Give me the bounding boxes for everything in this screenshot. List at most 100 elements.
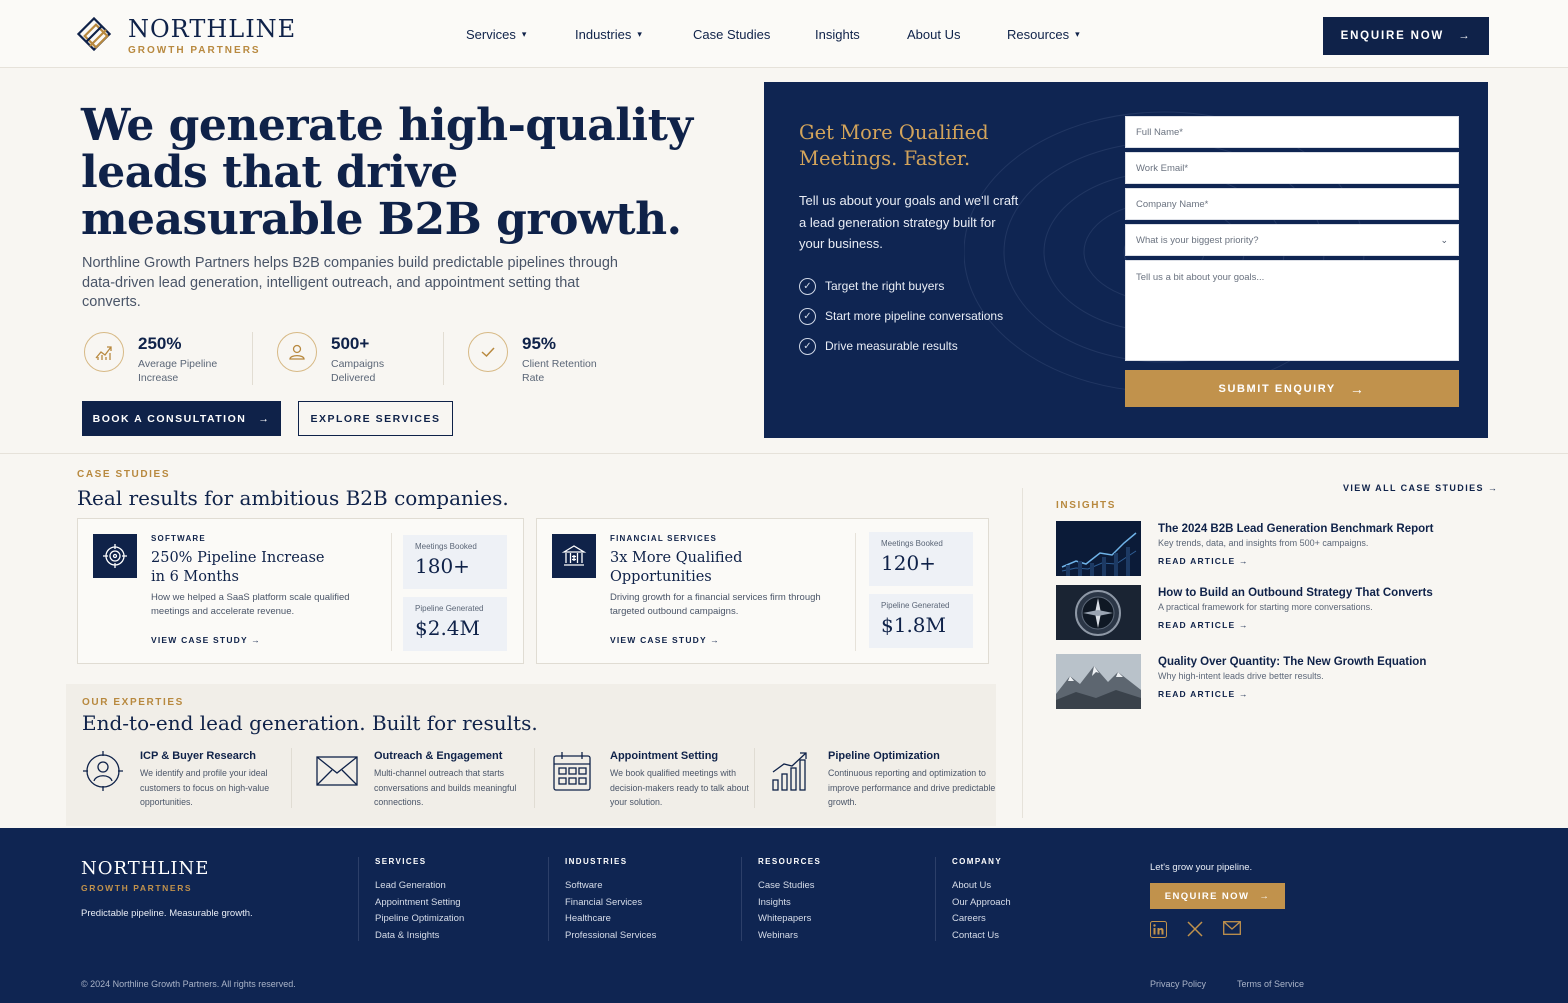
hero-description: Northline Growth Partners helps B2B comp…	[82, 255, 618, 310]
brand-logo[interactable]: NORTHLINE GROWTH PARTNERS	[74, 14, 296, 58]
copyright-text: © 2024 Northline Growth Partners. All ri…	[81, 979, 296, 989]
form-text: Tell us about your goals and we'll craft…	[799, 193, 1019, 251]
expertise-item: Appointment Setting We book qualified me…	[552, 750, 752, 810]
footer-column-heading: RESOURCES	[758, 857, 822, 866]
footer-link[interactable]: Professional Services	[565, 928, 656, 945]
nav-industries[interactable]: Industries ▾	[575, 27, 693, 42]
footer-link[interactable]: Insights	[758, 895, 821, 912]
link-label: READ ARTICLE	[1158, 556, 1236, 566]
footer-column-resources: RESOURCES Case Studies Insights Whitepap…	[741, 857, 821, 941]
footer-link[interactable]: Appointment Setting	[375, 895, 464, 912]
article-summary: A practical framework for starting more …	[1158, 602, 1373, 612]
read-article-link[interactable]: READ ARTICLE →	[1158, 556, 1433, 566]
footer-link[interactable]: Whitepapers	[758, 911, 821, 928]
footer-link[interactable]: About Us	[952, 878, 1011, 895]
button-label: ENQUIRE NOW	[1164, 890, 1250, 902]
metric-value: 120+	[881, 551, 936, 575]
footer-link[interactable]: Software	[565, 878, 656, 895]
footer-column-heading: INDUSTRIES	[565, 857, 628, 866]
site-footer: NORTHLINE GROWTH PARTNERS Predictable pi…	[0, 828, 1568, 1003]
check-circle-icon: ✓	[799, 277, 816, 295]
expertise-item: ICP & Buyer Research We identify and pro…	[82, 750, 282, 810]
company-field[interactable]: Company Name*	[1125, 188, 1459, 220]
full-name-field[interactable]: Full Name*	[1125, 116, 1459, 148]
arrow-right-icon: →	[1349, 380, 1366, 397]
terms-of-service-link[interactable]: Terms of Service	[1237, 979, 1304, 989]
button-label: SUBMIT ENQUIRY	[1218, 382, 1336, 395]
case-title: 250% Pipeline Increase in 6 Months	[151, 550, 325, 585]
footer-logo[interactable]: NORTHLINE GROWTH PARTNERS	[81, 858, 209, 893]
priority-select[interactable]: What is your biggest priority? ⌄	[1125, 224, 1459, 256]
case-study-card[interactable]: SOFTWARE 250% Pipeline Increase in 6 Mon…	[77, 518, 524, 664]
growth-bars-icon	[770, 750, 814, 810]
expertise-eyebrow: OUR EXPERTIES	[82, 697, 184, 708]
view-case-study-link[interactable]: VIEW CASE STUDY →	[151, 635, 261, 645]
footer-link[interactable]: Our Approach	[952, 895, 1011, 912]
check-icon	[468, 332, 508, 372]
article-title: The 2024 B2B Lead Generation Benchmark R…	[1158, 523, 1434, 535]
check-circle-icon: ✓	[799, 307, 816, 325]
expertise-divider	[534, 748, 535, 808]
nav-case-studies[interactable]: Case Studies	[693, 27, 815, 42]
stat-label: Client Retention Rate	[522, 358, 597, 384]
nav-services[interactable]: Services ▾	[466, 27, 575, 42]
metric-pipeline: Pipeline Generated $2.4M	[403, 597, 507, 651]
read-article-link[interactable]: READ ARTICLE →	[1158, 689, 1426, 699]
button-label: BOOK A CONSULTATION	[92, 412, 247, 425]
check-circle-icon: ✓	[799, 337, 816, 355]
enquiry-panel: Get More Qualified Meetings. Faster. Tel…	[764, 82, 1488, 438]
nav-resources[interactable]: Resources ▾	[1007, 27, 1107, 42]
growth-chart-icon	[84, 332, 124, 372]
footer-enquire-button[interactable]: ENQUIRE NOW →	[1150, 883, 1285, 909]
insights-eyebrow: INSIGHTS	[1056, 500, 1117, 511]
insight-article[interactable]: The 2024 B2B Lead Generation Benchmark R…	[1056, 521, 1433, 576]
footer-link[interactable]: Healthcare	[565, 911, 656, 928]
expertise-title-item: Pipeline Optimization	[828, 750, 940, 762]
mountain-thumbnail	[1056, 654, 1141, 709]
case-description: How we helped a SaaS platform scale qual…	[151, 592, 350, 617]
view-all-case-studies-link[interactable]: VIEW ALL CASE STUDIES →	[1343, 483, 1498, 493]
book-consultation-button[interactable]: BOOK A CONSULTATION →	[82, 401, 281, 436]
nav-about-us[interactable]: About Us	[907, 27, 1007, 42]
mail-icon[interactable]	[1223, 921, 1241, 935]
goals-textarea[interactable]: Tell us a bit about your goals...	[1125, 260, 1459, 361]
submit-enquiry-button[interactable]: SUBMIT ENQUIRY →	[1125, 370, 1459, 407]
benefit-list: ✓ Target the right buyers ✓ Start more pip…	[799, 271, 1003, 361]
explore-services-button[interactable]: EXPLORE SERVICES	[298, 401, 453, 436]
benefit-item: ✓ Start more pipeline conversations	[799, 301, 1003, 331]
button-label: EXPLORE SERVICES	[310, 412, 441, 425]
footer-link[interactable]: Webinars	[758, 928, 821, 945]
section-divider	[0, 453, 1568, 454]
insight-article[interactable]: How to Build an Outbound Strategy That C…	[1056, 585, 1433, 640]
metric-meetings: Meetings Booked 180+	[403, 535, 507, 589]
linkedin-icon[interactable]	[1150, 921, 1167, 938]
footer-tagline: Predictable pipeline. Measurable growth.	[81, 908, 253, 919]
link-label: VIEW ALL CASE STUDIES	[1343, 483, 1484, 493]
arrow-right-icon: →	[251, 635, 261, 645]
arrow-right-icon: →	[258, 412, 271, 425]
footer-link[interactable]: Contact Us	[952, 928, 1011, 945]
metric-meetings: Meetings Booked 120+	[869, 532, 973, 586]
insight-article[interactable]: Quality Over Quantity: The New Growth Eq…	[1056, 654, 1426, 709]
email-field[interactable]: Work Email*	[1125, 152, 1459, 184]
x-icon[interactable]	[1187, 921, 1203, 937]
enquire-now-button[interactable]: ENQUIRE NOW →	[1323, 17, 1489, 55]
footer-link[interactable]: Financial Services	[565, 895, 656, 912]
footer-link[interactable]: Lead Generation	[375, 878, 464, 895]
chevron-down-icon: ⌄	[1440, 234, 1448, 245]
footer-link[interactable]: Data & Insights	[375, 928, 464, 945]
metric-value: $2.4M	[415, 616, 481, 640]
footer-link[interactable]: Careers	[952, 911, 1011, 928]
read-article-link[interactable]: READ ARTICLE →	[1158, 620, 1433, 630]
case-study-card[interactable]: FINANCIAL SERVICES 3x More Qualified Opp…	[536, 518, 989, 664]
nav-label: Services	[466, 27, 516, 42]
metric-label: Meetings Booked	[881, 539, 943, 548]
privacy-policy-link[interactable]: Privacy Policy	[1150, 979, 1206, 989]
footer-link[interactable]: Pipeline Optimization	[375, 911, 464, 928]
nav-insights[interactable]: Insights	[815, 27, 907, 42]
footer-link[interactable]: Case Studies	[758, 878, 821, 895]
article-title: How to Build an Outbound Strategy That C…	[1158, 587, 1433, 599]
expertise-divider	[754, 748, 755, 808]
expertise-title-item: ICP & Buyer Research	[140, 750, 256, 762]
view-case-study-link[interactable]: VIEW CASE STUDY →	[610, 635, 720, 645]
